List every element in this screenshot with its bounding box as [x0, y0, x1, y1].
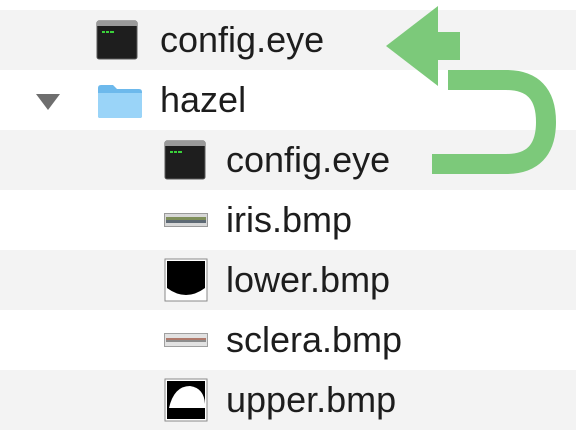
upper-eyelid-image-icon	[164, 378, 208, 422]
list-item[interactable]: upper.bmp	[0, 370, 576, 430]
list-item-label: config.eye	[160, 19, 325, 60]
list-item-label: hazel	[160, 79, 247, 120]
terminal-file-icon	[164, 140, 206, 180]
list-item[interactable]: sclera.bmp	[0, 310, 576, 370]
lower-eyelid-image-icon	[164, 258, 208, 302]
list-item-label: upper.bmp	[226, 379, 397, 420]
list-item[interactable]: iris.bmp	[0, 190, 576, 250]
terminal-file-icon	[96, 20, 138, 60]
iris-image-icon	[164, 213, 208, 227]
list-item-label: lower.bmp	[226, 259, 391, 300]
list-item-label: iris.bmp	[226, 199, 353, 240]
disclosure-triangle-icon[interactable]	[36, 94, 60, 110]
sclera-image-icon	[164, 333, 208, 347]
folder-icon	[96, 82, 144, 120]
list-item-label: config.eye	[226, 139, 391, 180]
curved-arrow-icon	[380, 6, 576, 191]
list-item[interactable]: lower.bmp	[0, 250, 576, 310]
list-item-label: sclera.bmp	[226, 319, 403, 360]
